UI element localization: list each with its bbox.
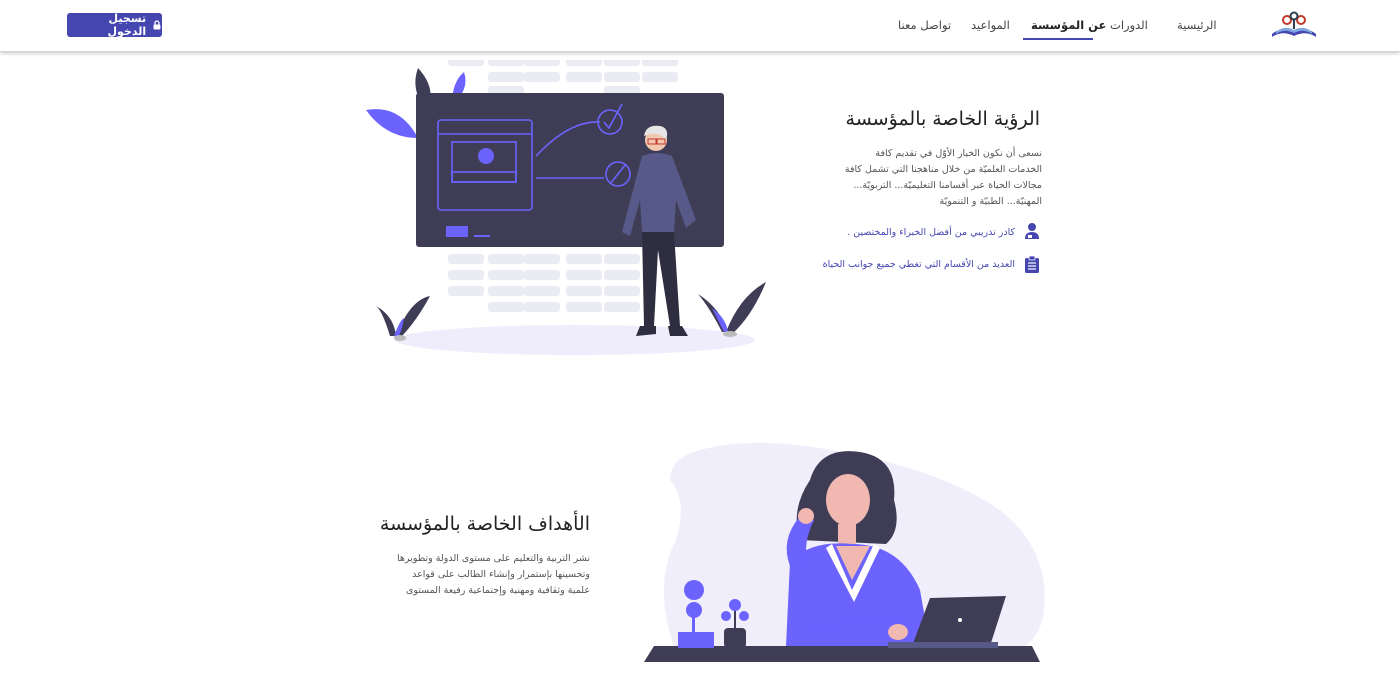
feature-departments: العديد من الأقسام التي تغطي جميع جوانب ا…	[822, 259, 1015, 270]
vision-title: الرؤية الخاصة بالمؤسسة	[845, 108, 1040, 130]
logo[interactable]	[1268, 8, 1320, 40]
student-illustration	[644, 442, 1045, 662]
nav-active-indicator	[1023, 38, 1093, 40]
nav-schedule[interactable]: المواعيد	[971, 18, 1010, 32]
teacher-illustration	[366, 60, 766, 355]
login-button[interactable]: تسجيل الدخول	[67, 12, 162, 38]
nav-contact[interactable]: تواصل معنا	[898, 18, 951, 32]
login-button-label: تسجيل الدخول	[107, 12, 147, 38]
nav-courses[interactable]: الدورات	[1110, 18, 1148, 32]
vision-paragraph: نسعى أن نكون الخيار الأوّل في تقديم كافة…	[844, 148, 1042, 207]
lock-icon	[153, 20, 161, 30]
nav-home[interactable]: الرئيسية	[1177, 18, 1217, 32]
goals-paragraph: نشر التربية والتعليم على مستوى الدولة وت…	[397, 553, 590, 596]
clipboard-icon	[1025, 255, 1039, 273]
goals-title: الأهداف الخاصة بالمؤسسة	[379, 513, 590, 535]
nav-about[interactable]: عن المؤسسة	[1031, 18, 1106, 32]
feature-trainers: كادر تدريبي من أفضل الخبراء والمختصين .	[847, 227, 1015, 238]
top-navbar: تسجيل الدخول الرئيسية الدورات عن المؤسسة…	[0, 0, 1400, 52]
trainer-icon	[1025, 223, 1039, 239]
